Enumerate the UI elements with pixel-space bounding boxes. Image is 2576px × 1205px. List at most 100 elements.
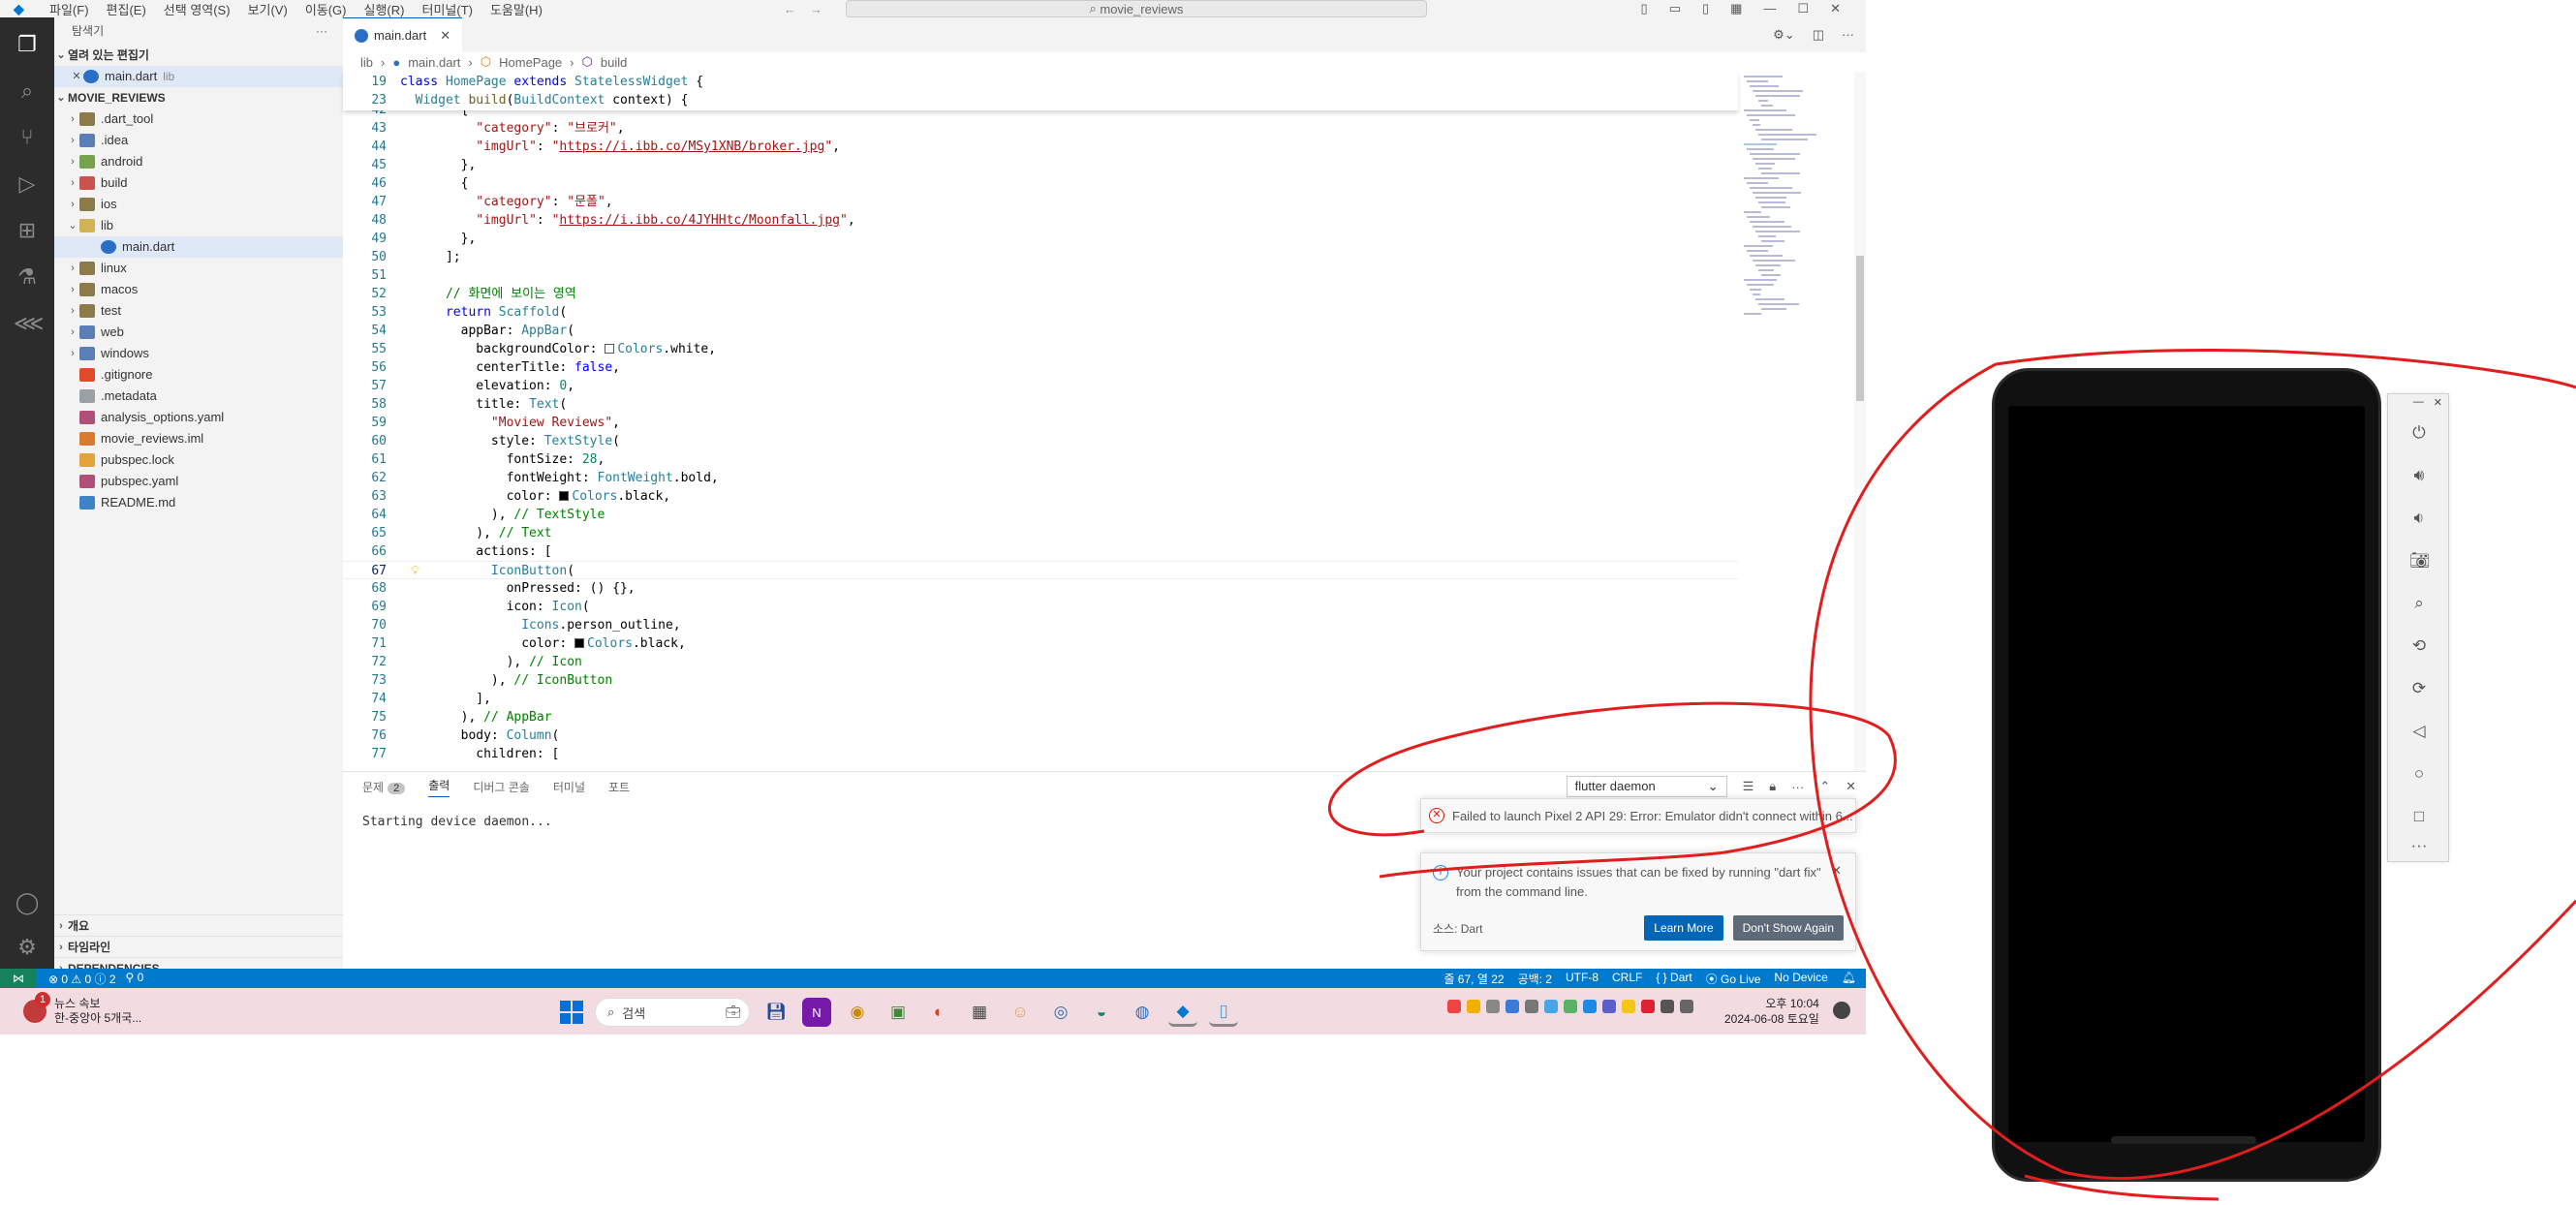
project-root[interactable]: ⌄ MOVIE_REVIEWS [54, 87, 343, 108]
extensions-icon[interactable]: ⊞ [14, 217, 41, 244]
windows-start-icon[interactable] [560, 1001, 583, 1024]
app-icon[interactable]: ◉ [843, 998, 872, 1027]
sidebar-item-macos[interactable]: › macos [54, 279, 343, 300]
save-app-icon[interactable]: 💾︎ [761, 998, 791, 1027]
code-line[interactable]: 59 "Moview Reviews", [343, 414, 1738, 432]
notifications-bell-icon[interactable]: 🔔︎ [1842, 971, 1856, 987]
filter-lines-icon[interactable]: ☰ [1743, 779, 1754, 794]
code-line[interactable]: 60 style: TextStyle( [343, 432, 1738, 450]
sidebar-item-readme-md[interactable]: README.md [54, 492, 343, 513]
sidebar-item-android[interactable]: › android [54, 151, 343, 172]
code-line[interactable]: 57 elevation: 0, [343, 377, 1738, 395]
minimize-icon[interactable]: — [1763, 1, 1776, 16]
rotate-right-icon[interactable]: ⟳ [2409, 679, 2429, 698]
search-view-icon[interactable]: ⌕ [14, 77, 41, 105]
photos-icon[interactable]: ▣ [884, 998, 913, 1027]
more-actions-icon[interactable]: ··· [1791, 780, 1804, 794]
go-live-button[interactable]: ⦿ Go Live [1706, 971, 1761, 987]
line-ending[interactable]: CRLF [1612, 971, 1642, 987]
tab-main-dart[interactable]: main.dart ✕ [343, 17, 463, 52]
customize-layout-icon[interactable]: ▦ [1730, 1, 1742, 16]
menu-help[interactable]: 도움말(H) [481, 0, 551, 18]
tab-output[interactable]: 출력 [428, 777, 450, 797]
menu-edit[interactable]: 편집(E) [98, 0, 155, 18]
globe-icon[interactable]: ◎ [1046, 998, 1075, 1027]
tray-app-icon[interactable] [1641, 1000, 1655, 1013]
code-line[interactable]: 65 ), // Text [343, 524, 1738, 542]
code-line[interactable]: 68 onPressed: () {}, [343, 579, 1738, 598]
code-line[interactable]: 49 }, [343, 230, 1738, 248]
explorer-icon[interactable]: ❐ [14, 31, 41, 58]
close-icon[interactable]: ✕ [440, 28, 450, 44]
code-line[interactable]: 54 appBar: AppBar( [343, 322, 1738, 340]
zoom-icon[interactable]: ⌕ [2409, 594, 2429, 613]
tray-app-icon[interactable] [1564, 1000, 1577, 1013]
code-line[interactable]: 46 { [343, 174, 1738, 193]
cursor-position[interactable]: 줄 67, 열 22 [1443, 971, 1504, 987]
breadcrumb-item[interactable]: main.dart [408, 55, 460, 70]
power-icon[interactable]: ⏻ [2409, 423, 2429, 443]
maximize-icon[interactable]: ☐ [1797, 1, 1809, 16]
close-icon[interactable]: ✕ [1831, 863, 1842, 879]
sidebar-item-pubspec-yaml[interactable]: pubspec.yaml [54, 471, 343, 492]
code-editor[interactable]: 42 {43 "category": "브로커",44 "imgUrl": "h… [343, 110, 1738, 771]
code-line[interactable]: 48 "imgUrl": "https://i.ibb.co/4JYHHtc/M… [343, 211, 1738, 230]
code-line[interactable]: 63 color: Colors.black, [343, 487, 1738, 506]
back-icon[interactable]: ◁ [2409, 722, 2429, 741]
network-icon[interactable] [1660, 1000, 1674, 1013]
nav-arrows-icon[interactable]: ←→ [784, 2, 836, 16]
more-actions-icon[interactable]: ··· [316, 17, 343, 45]
chrome-icon[interactable]: ◍ [1128, 998, 1157, 1027]
sidebar-item-gitignore[interactable]: .gitignore [54, 364, 343, 386]
sidebar-item-web[interactable]: › web [54, 322, 343, 343]
maximize-panel-icon[interactable]: ⌃ [1819, 779, 1830, 794]
command-center-search[interactable]: ⌕ movie_reviews [845, 0, 1427, 17]
code-line[interactable]: 50 ]; [343, 248, 1738, 266]
breadcrumb-item[interactable]: build [601, 55, 627, 70]
code-line[interactable]: 75 ), // AppBar [343, 708, 1738, 726]
account-icon[interactable]: ◯ [14, 889, 41, 916]
settings-gear-icon[interactable]: ⚙ [14, 934, 41, 961]
volume-up-icon[interactable]: 🔊︎ [2409, 466, 2429, 485]
tab-terminal[interactable]: 터미널 [553, 779, 585, 795]
source-control-icon[interactable]: ⑂ [14, 124, 41, 151]
code-line[interactable]: 77 children: [ [343, 745, 1738, 763]
code-line[interactable]: 44 "imgUrl": "https://i.ibb.co/MSy1XNB/b… [343, 138, 1738, 156]
more-options-icon[interactable]: ··· [2409, 836, 2429, 855]
tray-app-icon[interactable] [1467, 1000, 1480, 1013]
volume-icon[interactable] [1680, 1000, 1693, 1013]
editor-scrollbar[interactable] [1854, 72, 1866, 771]
sidebar-item-movie-reviews-iml[interactable]: movie_reviews.iml [54, 428, 343, 449]
breadcrumb-item[interactable]: HomePage [499, 55, 562, 70]
close-panel-icon[interactable]: ✕ [1846, 779, 1856, 794]
code-line[interactable]: 64 ), // TextStyle [343, 506, 1738, 524]
code-line[interactable]: 56 centerTitle: false, [343, 358, 1738, 377]
sidebar-item-windows[interactable]: › windows [54, 343, 343, 364]
edge-browser-icon[interactable]: ◒ [1087, 998, 1116, 1027]
info-notification[interactable]: i Your project contains issues that can … [1420, 852, 1856, 951]
sidebar-item-main-dart[interactable]: main.dart [54, 236, 343, 258]
code-line[interactable]: 62 fontWeight: FontWeight.bold, [343, 469, 1738, 487]
menu-run[interactable]: 실행(R) [356, 0, 414, 18]
sidebar-item-linux[interactable]: › linux [54, 258, 343, 279]
app-red-icon[interactable]: ◐ [924, 998, 953, 1027]
code-line[interactable]: 51 [343, 266, 1738, 285]
remote-explorer-icon[interactable]: ⋘ [14, 310, 44, 337]
sticky-code-line[interactable]: 19 class HomePage extends StatelessWidget… [343, 73, 1738, 91]
tray-app-icon[interactable] [1602, 1000, 1616, 1013]
code-line[interactable]: 45 }, [343, 156, 1738, 174]
sticky-code-line[interactable]: 23 Widget build(BuildContext context) { [343, 91, 1738, 109]
dont-show-again-button[interactable]: Don't Show Again [1732, 915, 1844, 941]
sidebar-item-dart-tool[interactable]: › .dart_tool [54, 108, 343, 130]
open-editors-section[interactable]: ⌄ 열려 있는 편집기 [54, 45, 343, 66]
tab-ports[interactable]: 포트 [608, 779, 630, 795]
breadcrumb-item[interactable]: lib [360, 55, 373, 70]
encoding[interactable]: UTF-8 [1566, 971, 1598, 987]
tray-app-icon[interactable] [1486, 1000, 1500, 1013]
remote-indicator-icon[interactable]: ⋈ [0, 969, 37, 988]
notification-center-icon[interactable] [1833, 1002, 1850, 1019]
code-line[interactable]: 69 icon: Icon( [343, 598, 1738, 616]
overview-icon[interactable]: □ [2409, 807, 2429, 826]
sidebar-layout-icon[interactable]: ▯ [1702, 1, 1709, 16]
tab-problems[interactable]: 문제 2 [362, 779, 406, 795]
